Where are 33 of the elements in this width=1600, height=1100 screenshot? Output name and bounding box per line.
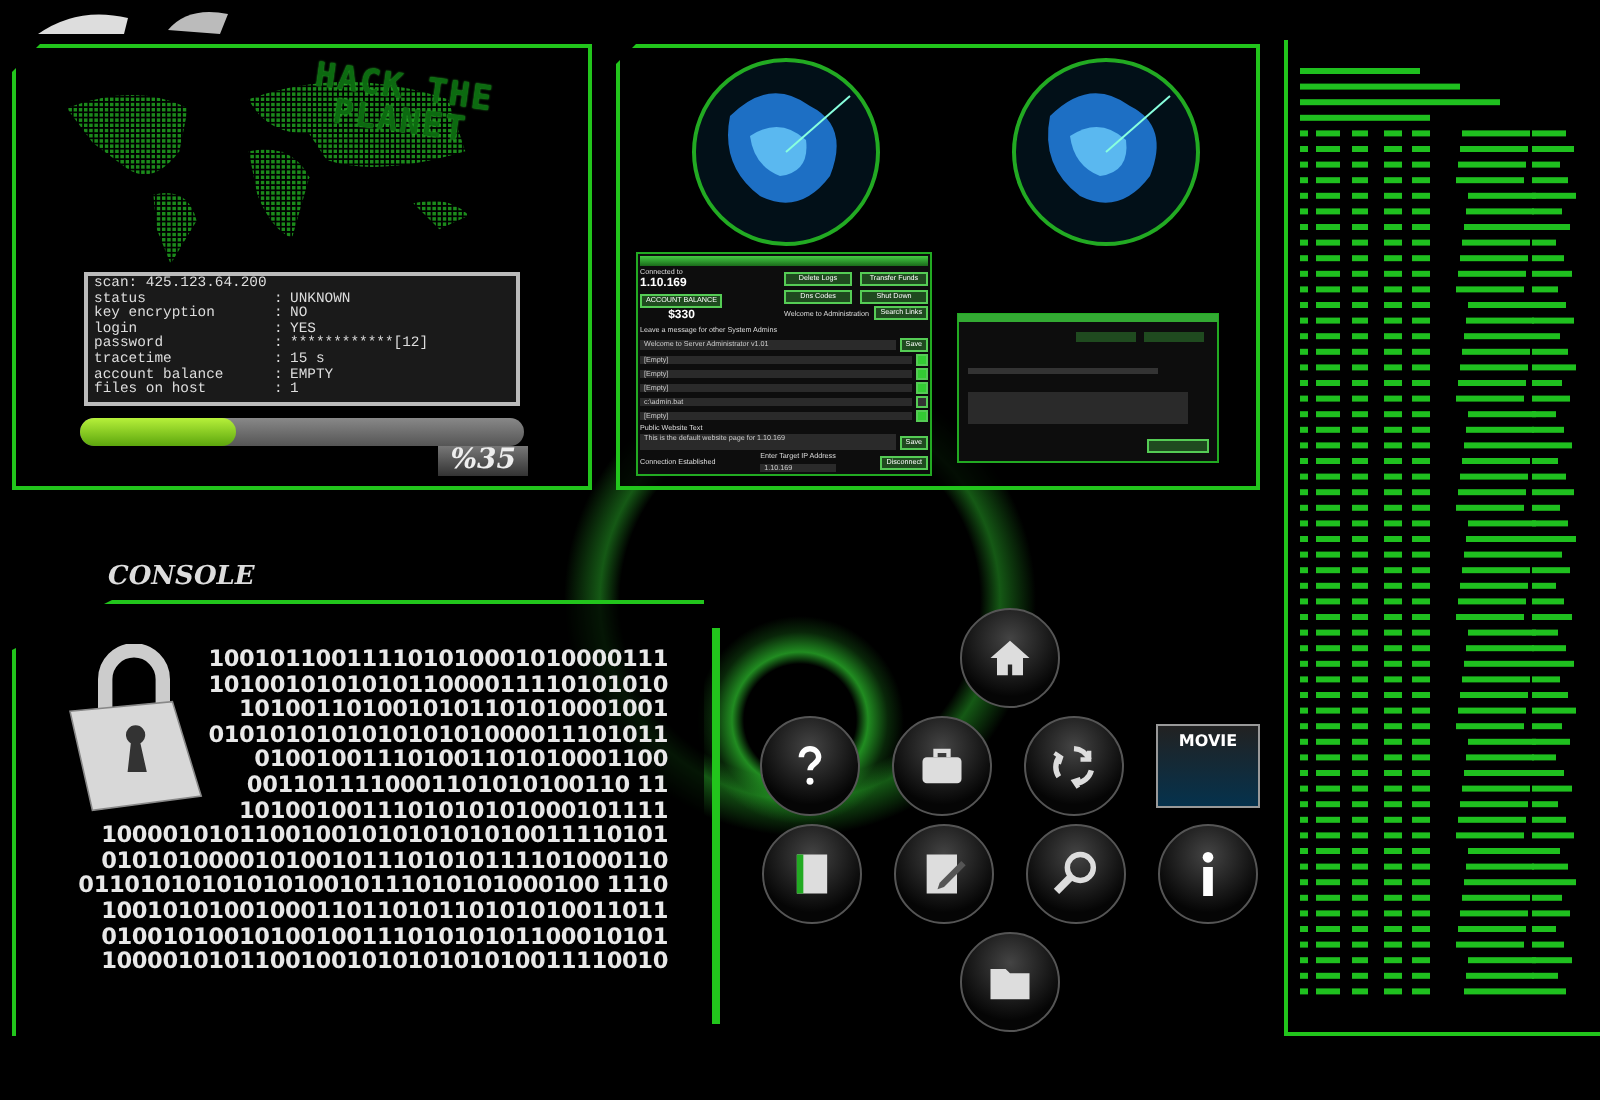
binary-line: 1010010011101010101000101111: [239, 799, 668, 825]
launcher-button[interactable]: [892, 716, 992, 816]
binary-line: 0101010000101001011101010111101000110: [101, 849, 668, 875]
file-checkbox[interactable]: [916, 353, 928, 366]
progress-percent: %35: [438, 445, 528, 476]
launcher-button[interactable]: [960, 932, 1060, 1032]
binary-line: 100101100111101010001010000111: [208, 648, 668, 674]
file-checkbox[interactable]: [916, 395, 928, 408]
launcher-button[interactable]: [1158, 824, 1258, 924]
binary-line: 1000010101100100101010101010011110010: [101, 950, 668, 976]
console-title: CONSOLE: [108, 562, 257, 592]
binary-line: 1010011010010101101010001001: [239, 698, 668, 724]
recycle-arrows-icon: [1048, 740, 1100, 792]
launcher-button[interactable]: [762, 824, 862, 924]
file-checkbox[interactable]: [916, 409, 928, 422]
binary-line: 0110101010101010010111010101000100 1110: [78, 874, 668, 900]
binary-line: 101001010101011000011110101010: [208, 673, 668, 699]
launcher-button[interactable]: [1026, 824, 1126, 924]
binary-line: 1000010101100100101010101010011110101: [101, 824, 668, 850]
movie-tile[interactable]: MOVIE: [1156, 724, 1260, 808]
launcher-button[interactable]: [894, 824, 994, 924]
file-checkbox[interactable]: [916, 367, 928, 380]
launcher-button[interactable]: [1024, 716, 1124, 816]
binary-line: 010010011101001101010001100: [254, 748, 668, 774]
launcher-button[interactable]: [960, 608, 1060, 708]
binary-line: 010101010101010101000011101011: [208, 723, 668, 749]
binary-line: 0011011110001101010100110 11: [246, 773, 668, 800]
binary-line: 1001010100100011011010110101010011011: [101, 899, 668, 926]
file-checkbox[interactable]: [916, 381, 928, 394]
binary-line: 0100101001010010011101010101100010101: [101, 925, 668, 951]
launcher-button[interactable]: [760, 716, 860, 816]
info-icon: [1202, 852, 1214, 896]
search-icon: [1050, 848, 1102, 900]
